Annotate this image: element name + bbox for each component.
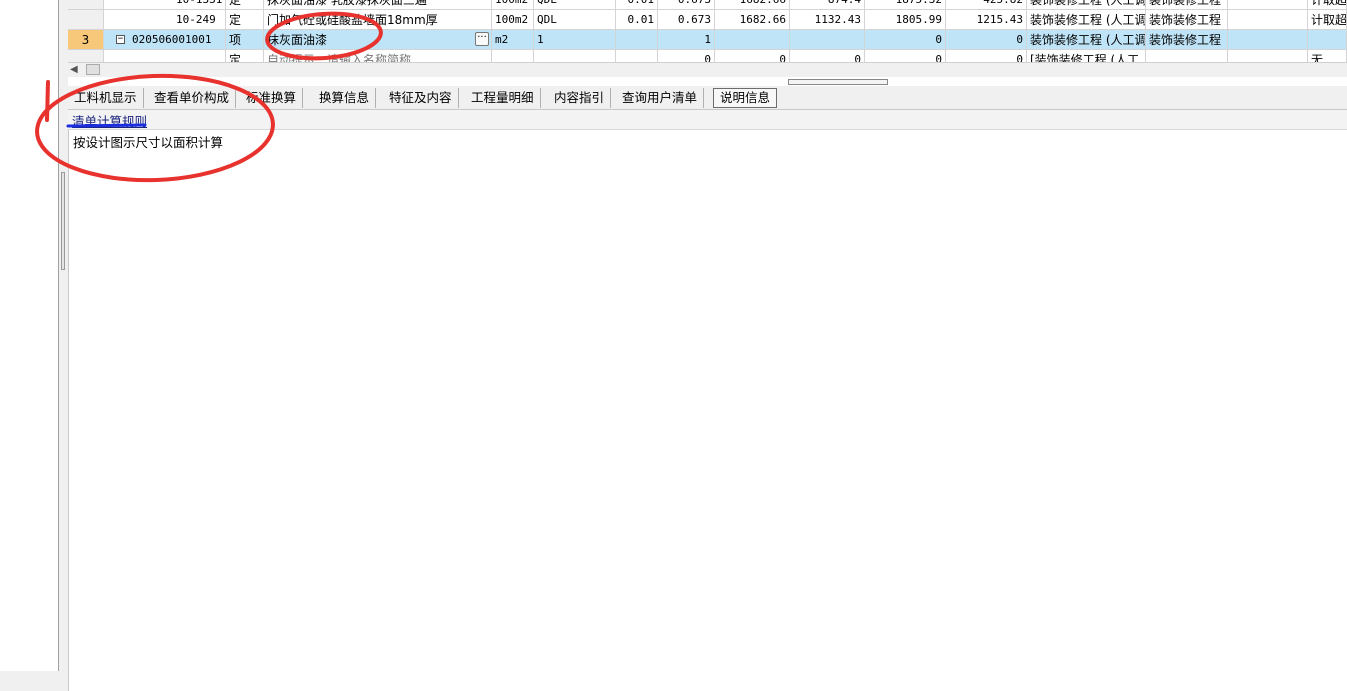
- cost-cell[interactable]: 0: [865, 30, 946, 50]
- profession-cell[interactable]: [1146, 50, 1228, 62]
- extra-cell[interactable]: 无: [1308, 50, 1347, 62]
- amount-cell[interactable]: 0: [658, 50, 715, 62]
- name-cell[interactable]: 门加气砼或硅酸盐墙面18mm厚: [264, 10, 492, 30]
- cost-cell[interactable]: 0: [946, 30, 1027, 50]
- table-row[interactable]: 10-1331 定 抹灰面油漆 乳胶漆抹灰面三遍 100m2 QDL 0.01 …: [68, 0, 1347, 10]
- price-cell[interactable]: 0: [715, 50, 790, 62]
- splitter-grip[interactable]: [61, 172, 65, 270]
- unit-cell[interactable]: 100m2: [492, 10, 534, 30]
- calc-rule-link[interactable]: 清单计算规则: [72, 111, 147, 130]
- vertical-splitter[interactable]: [59, 0, 68, 691]
- cost-cell[interactable]: 1805.99: [865, 10, 946, 30]
- cost-cell[interactable]: 425.82: [946, 0, 1027, 10]
- qty-expr-cell[interactable]: 1: [534, 30, 616, 50]
- category-cell[interactable]: 装饰装修工程 (人工调: [1027, 0, 1146, 10]
- category-cell[interactable]: 装饰装修工程 (人工调: [1027, 30, 1146, 50]
- code-cell[interactable]: [104, 50, 226, 62]
- cost-cell[interactable]: 1215.43: [946, 10, 1027, 30]
- type-cell[interactable]: 定: [226, 10, 264, 30]
- tab-unit-price[interactable]: 查看单价构成: [148, 88, 237, 108]
- scroll-thumb[interactable]: [86, 64, 100, 75]
- table-row[interactable]: 定 自动提示：请输入名称简称 0 0 0 0 0 [装饰装修工程 (人工 无: [68, 50, 1347, 62]
- row-number: [68, 50, 104, 62]
- profession-cell[interactable]: 装饰装修工程: [1146, 10, 1228, 30]
- category-cell[interactable]: [装饰装修工程 (人工: [1027, 50, 1146, 62]
- cost-cell[interactable]: 0: [790, 50, 865, 62]
- price-cell[interactable]: 1682.66: [715, 0, 790, 10]
- cost-cell[interactable]: [790, 30, 865, 50]
- extra-cell[interactable]: 计取超: [1308, 10, 1347, 30]
- qty-expr-cell[interactable]: QDL: [534, 10, 616, 30]
- pane-resize-handle[interactable]: [788, 79, 888, 85]
- tab-description[interactable]: 说明信息: [713, 88, 778, 108]
- name-cell[interactable]: 抹灰面油漆 乳胶漆抹灰面三遍: [264, 0, 492, 10]
- cost-cell[interactable]: 1132.43: [790, 10, 865, 30]
- amount-cell[interactable]: 0.673: [658, 10, 715, 30]
- tab-content-guide[interactable]: 内容指引: [548, 88, 612, 108]
- cost-cell[interactable]: 0: [865, 50, 946, 62]
- qty-cell[interactable]: [616, 50, 658, 62]
- unit-cell[interactable]: [492, 50, 534, 62]
- price-cell[interactable]: 1682.66: [715, 10, 790, 30]
- description-text: 按设计图示尺寸以面积计算: [73, 135, 224, 150]
- name-cell[interactable]: 抹灰面油漆 ···: [264, 30, 492, 50]
- code-cell[interactable]: 10-1331: [104, 0, 226, 10]
- tab-user-list[interactable]: 查询用户清单: [616, 88, 705, 108]
- cost-cell[interactable]: 0: [946, 50, 1027, 62]
- collapse-toggle[interactable]: −: [116, 35, 125, 44]
- cost-cell[interactable]: 1875.32: [865, 0, 946, 10]
- qty-expr-cell[interactable]: [534, 50, 616, 62]
- row-number: [68, 10, 104, 30]
- type-cell[interactable]: 项: [226, 30, 264, 50]
- description-panel: 按设计图示尺寸以面积计算: [68, 130, 1347, 691]
- row-number: [68, 0, 104, 10]
- detail-tabs: 工料机显示 查看单价构成 标准换算 换算信息 特征及内容 工程量明细 内容指引 …: [68, 86, 1347, 110]
- unit-cell[interactable]: 100m2: [492, 0, 534, 10]
- bill-grid: 10-1331 定 抹灰面油漆 乳胶漆抹灰面三遍 100m2 QDL 0.01 …: [68, 0, 1347, 62]
- price-cell[interactable]: [715, 30, 790, 50]
- code-text: 020506001001: [132, 33, 212, 46]
- cost-cell[interactable]: 874.4: [790, 0, 865, 10]
- name-cell[interactable]: 自动提示：请输入名称简称: [264, 50, 492, 62]
- name-text: 抹灰面油漆: [267, 33, 328, 47]
- qty-cell[interactable]: [616, 30, 658, 50]
- qty-expr-cell[interactable]: QDL: [534, 0, 616, 10]
- code-cell[interactable]: 10-249: [104, 10, 226, 30]
- tab-quantity-details[interactable]: 工程量明细: [465, 88, 541, 108]
- qty-cell[interactable]: 0.01: [616, 10, 658, 30]
- left-panel-footer: [0, 671, 61, 691]
- amount-cell[interactable]: 0.673: [658, 0, 715, 10]
- rule-header: 清单计算规则: [68, 110, 1347, 130]
- table-row-selected[interactable]: 3 − 020506001001 项 抹灰面油漆 ··· m2 1 1 0 0 …: [68, 30, 1347, 50]
- unit-cell[interactable]: m2: [492, 30, 534, 50]
- scroll-left-icon[interactable]: ◀: [70, 64, 78, 75]
- blank-cell[interactable]: [1228, 50, 1308, 62]
- tab-conversion-info[interactable]: 换算信息: [313, 88, 377, 108]
- blank-cell[interactable]: [1228, 10, 1308, 30]
- blank-cell[interactable]: [1228, 0, 1308, 10]
- extra-cell[interactable]: 计取超: [1308, 0, 1347, 10]
- tab-standard-conversion[interactable]: 标准换算: [240, 88, 304, 108]
- type-cell[interactable]: 定: [226, 50, 264, 62]
- code-cell[interactable]: − 020506001001: [104, 30, 226, 50]
- table-row[interactable]: 10-249 定 门加气砼或硅酸盐墙面18mm厚 100m2 QDL 0.01 …: [68, 10, 1347, 30]
- tab-features[interactable]: 特征及内容: [383, 88, 459, 108]
- left-panel: [0, 0, 59, 671]
- extra-cell[interactable]: [1308, 30, 1347, 50]
- amount-cell[interactable]: 1: [658, 30, 715, 50]
- profession-cell[interactable]: 装饰装修工程: [1146, 30, 1228, 50]
- qty-cell[interactable]: 0.01: [616, 0, 658, 10]
- horizontal-scrollbar[interactable]: ◀: [68, 62, 1347, 77]
- more-button[interactable]: ···: [475, 32, 489, 46]
- row-number: 3: [68, 30, 104, 50]
- type-cell[interactable]: 定: [226, 0, 264, 10]
- profession-cell[interactable]: 装饰装修工程: [1146, 0, 1228, 10]
- category-cell[interactable]: 装饰装修工程 (人工调: [1027, 10, 1146, 30]
- tab-labor-material[interactable]: 工料机显示: [68, 88, 144, 108]
- blank-cell[interactable]: [1228, 30, 1308, 50]
